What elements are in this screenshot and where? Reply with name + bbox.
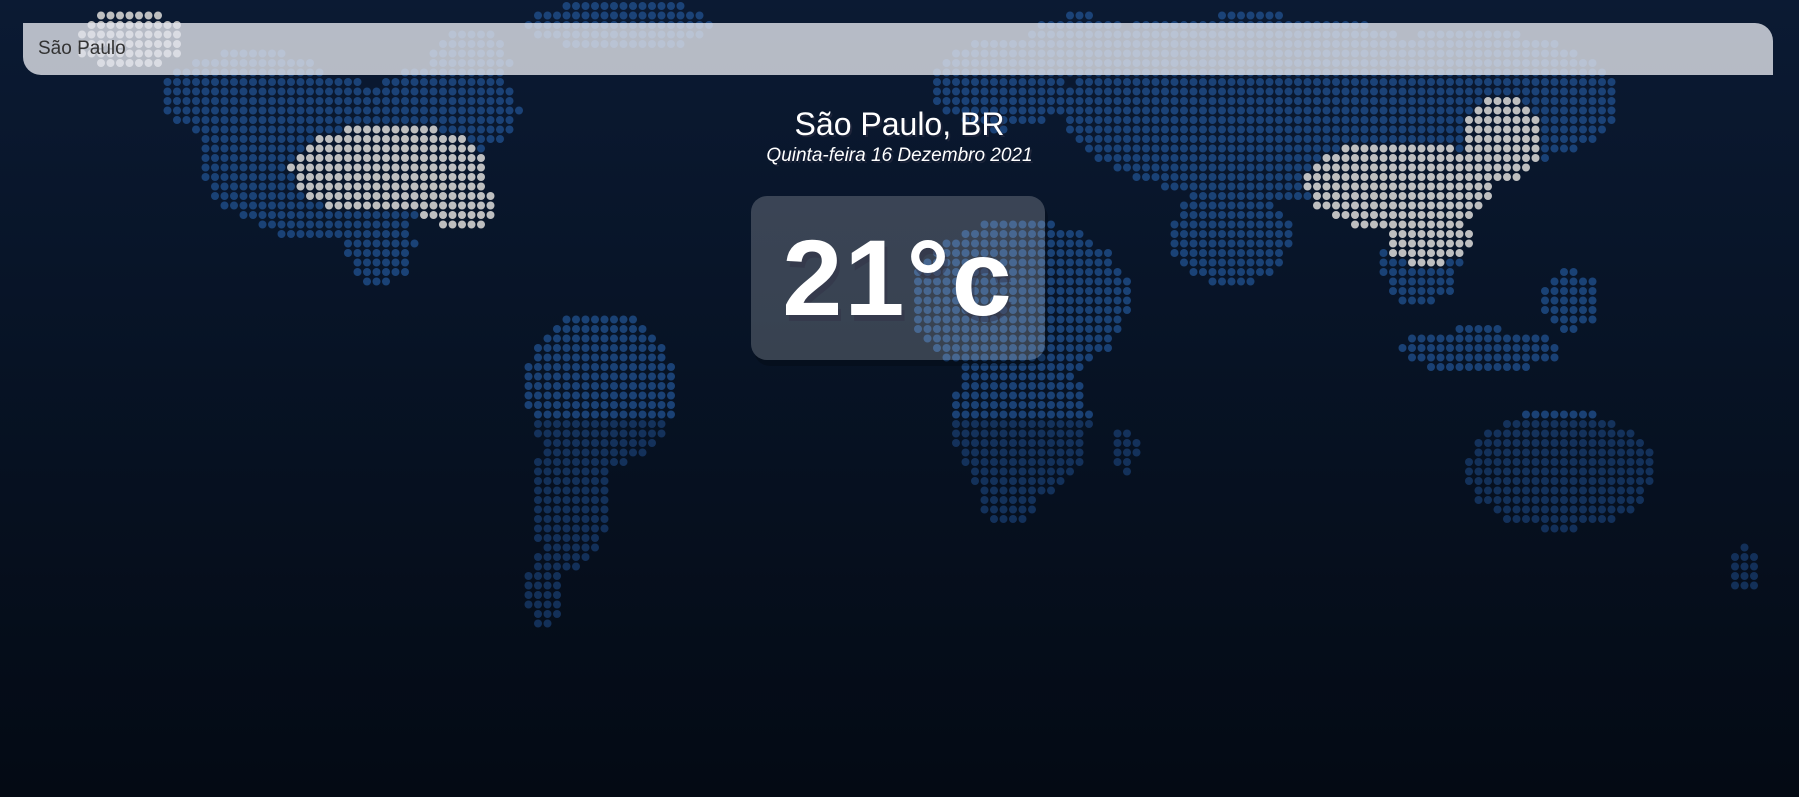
temperature-reading: 21°c <box>782 217 1014 338</box>
weather-box: 21°c <box>751 196 1045 360</box>
location-name: São Paulo, BR <box>794 106 1005 142</box>
current-date: Quinta-feira 16 Dezembro 2021 <box>766 145 1033 166</box>
search-input[interactable] <box>23 23 1773 75</box>
location-box: São Paulo, BR Quinta-feira 16 Dezembro 2… <box>0 104 1799 168</box>
